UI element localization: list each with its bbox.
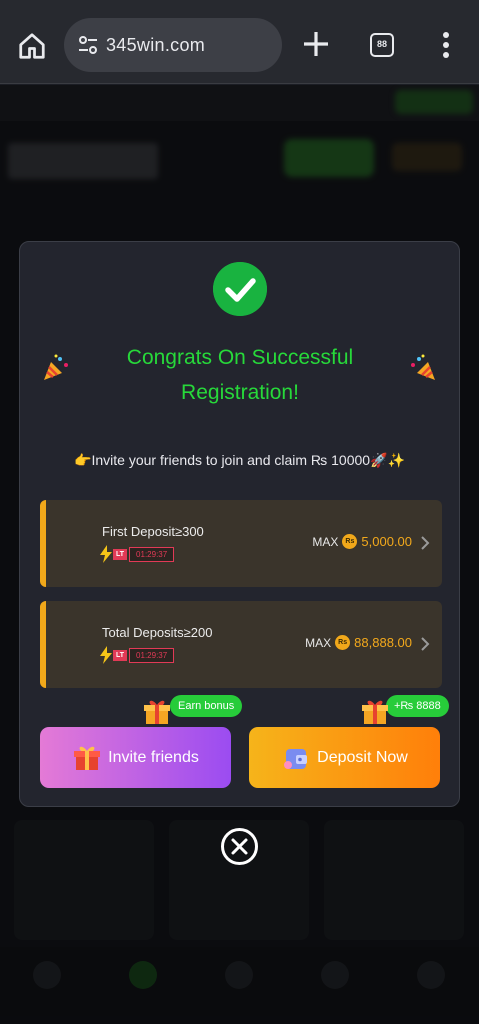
invite-friends-label: Invite friends xyxy=(108,748,199,766)
rupee-coin-icon: Rs xyxy=(342,534,358,549)
registration-success-dialog: Congrats On Successful Registration! 👉In… xyxy=(19,241,460,807)
url-text[interactable]: 345win.com xyxy=(106,35,205,56)
menu-icon[interactable] xyxy=(438,30,454,60)
reward-value: 5,000.00 xyxy=(361,534,412,549)
timer-value: 01:29:37 xyxy=(129,647,175,663)
reward-card-total-deposits[interactable]: Total Deposits≥200 LT 01:29:37 MAX Rs 88… xyxy=(40,601,442,688)
chevron-right-icon[interactable] xyxy=(420,535,430,551)
countdown-timer: LT 01:29:37 xyxy=(100,646,175,664)
check-icon xyxy=(213,262,267,316)
dialog-title: Congrats On Successful Registration! xyxy=(126,346,354,404)
gift-icon xyxy=(362,700,388,724)
timer-tag: LT xyxy=(113,548,128,560)
reward-card-first-deposit[interactable]: First Deposit≥300 LT 01:29:37 MAX Rs 5,0… xyxy=(40,500,442,587)
deposit-now-button[interactable]: Deposit Now xyxy=(249,727,440,788)
earn-bonus-badge: Earn bonus xyxy=(170,695,243,717)
bolt-icon xyxy=(100,646,112,664)
reward-label: First Deposit≥300 xyxy=(102,524,204,539)
bolt-icon xyxy=(100,545,112,563)
timer-tag: LT xyxy=(113,649,128,661)
chevron-right-icon[interactable] xyxy=(420,636,430,652)
new-tab-icon[interactable] xyxy=(300,28,332,60)
reward-value: 88,888.00 xyxy=(354,635,412,650)
home-icon[interactable] xyxy=(17,31,47,61)
countdown-timer: LT 01:29:37 xyxy=(100,545,175,563)
timer-value: 01:29:37 xyxy=(129,546,175,562)
close-icon[interactable] xyxy=(220,827,259,866)
gift-icon xyxy=(144,700,170,724)
deposit-bonus-badge: +₨ 8888 xyxy=(386,695,449,717)
party-popper-icon xyxy=(44,354,68,380)
invite-message: 👉Invite your friends to join and claim ₨… xyxy=(74,452,405,468)
browser-toolbar: 345win.com 88 xyxy=(0,0,479,84)
reward-amount: MAX Rs 88,888.00 xyxy=(305,635,412,650)
max-label: MAX xyxy=(305,635,332,650)
tabs-icon[interactable]: 88 xyxy=(370,33,394,57)
gift-icon xyxy=(74,746,101,770)
reward-amount: MAX Rs 5,000.00 xyxy=(312,534,412,549)
invite-friends-button[interactable]: Invite friends xyxy=(40,727,231,788)
wallet-icon xyxy=(284,748,308,769)
deposit-now-label: Deposit Now xyxy=(317,748,408,766)
max-label: MAX xyxy=(312,534,339,549)
site-settings-icon[interactable] xyxy=(76,33,100,57)
address-bar[interactable]: 345win.com xyxy=(64,18,282,72)
rupee-coin-icon: Rs xyxy=(335,635,351,650)
party-popper-icon xyxy=(411,354,435,380)
reward-label: Total Deposits≥200 xyxy=(102,625,213,640)
